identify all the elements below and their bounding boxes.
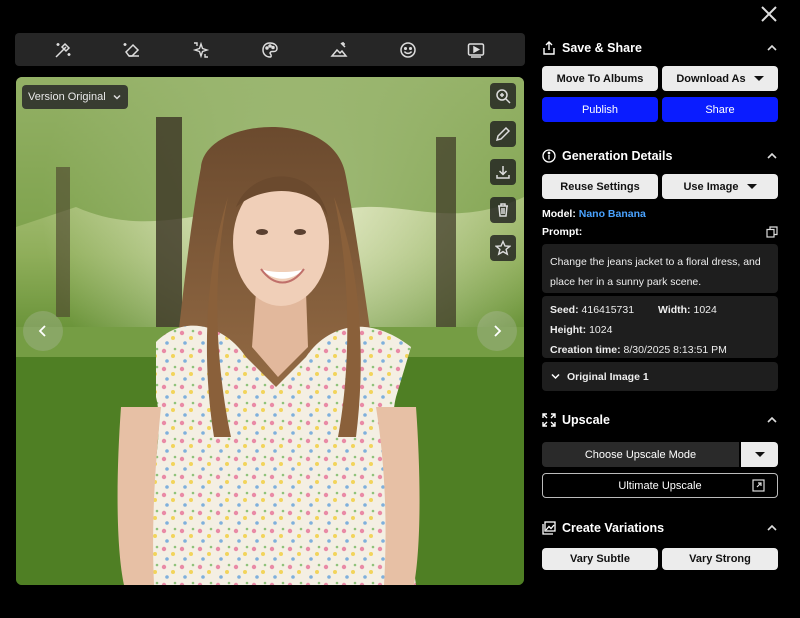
chevron-down-icon (113, 94, 121, 100)
expand-icon (542, 413, 556, 427)
use-image-button[interactable]: Use Image (662, 174, 778, 199)
move-to-albums-button[interactable]: Move To Albums (542, 66, 658, 91)
upscale-mode-dropdown[interactable] (741, 442, 778, 467)
image-side-tools (490, 83, 516, 261)
edit-toolbar (15, 33, 525, 66)
reuse-settings-button[interactable]: Reuse Settings (542, 174, 658, 199)
smiley-icon[interactable] (397, 39, 419, 61)
upscale-header[interactable]: Upscale (542, 406, 778, 434)
button-label: Reuse Settings (560, 180, 640, 193)
seed-value: 416415731 (581, 304, 635, 316)
share-button[interactable]: Share (662, 97, 778, 122)
section-title: Upscale (562, 413, 610, 427)
image-edit-icon[interactable] (328, 39, 350, 61)
model-line: Model: Nano Banana (542, 208, 778, 220)
button-label: Download As (676, 72, 746, 85)
trash-icon[interactable] (490, 197, 516, 223)
version-select[interactable]: Version Original (22, 85, 128, 109)
button-label: Vary Subtle (570, 553, 630, 565)
version-label: Version Original (28, 91, 106, 103)
width-value: 1024 (693, 304, 717, 316)
model-link[interactable]: Nano Banana (579, 208, 646, 220)
creation-time-label: Creation time: (550, 344, 621, 356)
images-icon (542, 521, 556, 535)
original-image-label: Original Image 1 (567, 370, 649, 383)
caret-down-icon (754, 452, 765, 457)
width-label: Width: (658, 304, 691, 316)
chevron-up-icon[interactable] (766, 414, 778, 426)
creation-time-value: 8/30/2025 8:13:51 PM (623, 344, 727, 356)
image-viewer: Version Original (16, 77, 524, 585)
chevron-up-icon[interactable] (766, 522, 778, 534)
caret-down-icon (746, 184, 757, 189)
magic-wand-icon[interactable] (52, 39, 74, 61)
chevron-right-icon (494, 325, 502, 337)
height-value: 1024 (589, 324, 613, 336)
next-image-button[interactable] (477, 311, 517, 351)
close-icon[interactable] (759, 4, 779, 24)
download-as-button[interactable]: Download As (662, 66, 778, 91)
button-label: Use Image (683, 180, 739, 193)
button-label: Share (705, 103, 735, 116)
prompt-header: Prompt: (542, 226, 778, 238)
button-label: Move To Albums (556, 72, 644, 85)
palette-icon[interactable] (259, 39, 281, 61)
zoom-in-icon[interactable] (490, 83, 516, 109)
section-title: Generation Details (562, 149, 673, 163)
chevron-left-icon (38, 325, 46, 337)
generated-image (16, 77, 524, 585)
caret-down-icon (753, 76, 764, 81)
button-label: Vary Strong (689, 553, 751, 565)
section-title: Save & Share (562, 41, 642, 55)
chevron-down-icon (551, 373, 560, 380)
upscale-mode-select[interactable]: Choose Upscale Mode (542, 442, 739, 467)
chevron-up-icon[interactable] (766, 42, 778, 54)
save-share-header[interactable]: Save & Share (542, 34, 778, 62)
prompt-label: Prompt: (542, 226, 583, 238)
seed-label: Seed: (550, 304, 579, 316)
vary-subtle-button[interactable]: Vary Subtle (542, 548, 658, 570)
download-icon[interactable] (490, 159, 516, 185)
eraser-icon[interactable] (121, 39, 143, 61)
previous-image-button[interactable] (23, 311, 63, 351)
model-label: Model: (542, 208, 576, 220)
external-link-icon (752, 479, 765, 492)
share-icon (543, 41, 555, 55)
chevron-up-icon[interactable] (766, 150, 778, 162)
sparkle-icon[interactable] (190, 39, 212, 61)
copy-icon[interactable] (766, 226, 778, 238)
original-image-toggle[interactable]: Original Image 1 (542, 362, 778, 391)
prompt-text: Change the jeans jacket to a floral dres… (542, 244, 778, 293)
publish-button[interactable]: Publish (542, 97, 658, 122)
button-label: Ultimate Upscale (618, 479, 702, 492)
generation-metadata: Seed: 416415731 Width: 1024 Height: 1024… (542, 296, 778, 358)
star-icon[interactable] (490, 235, 516, 261)
pencil-icon[interactable] (490, 121, 516, 147)
details-panel: Save & Share Move To Albums Download As … (542, 34, 778, 570)
section-title: Create Variations (562, 521, 665, 535)
generation-details-header[interactable]: Generation Details (542, 142, 778, 170)
ultimate-upscale-button[interactable]: Ultimate Upscale (542, 473, 778, 498)
create-variations-header[interactable]: Create Variations (542, 514, 778, 542)
info-icon (542, 149, 556, 163)
button-label: Publish (581, 103, 619, 116)
height-label: Height: (550, 324, 587, 336)
vary-strong-button[interactable]: Vary Strong (662, 548, 778, 570)
video-icon[interactable] (465, 39, 487, 61)
